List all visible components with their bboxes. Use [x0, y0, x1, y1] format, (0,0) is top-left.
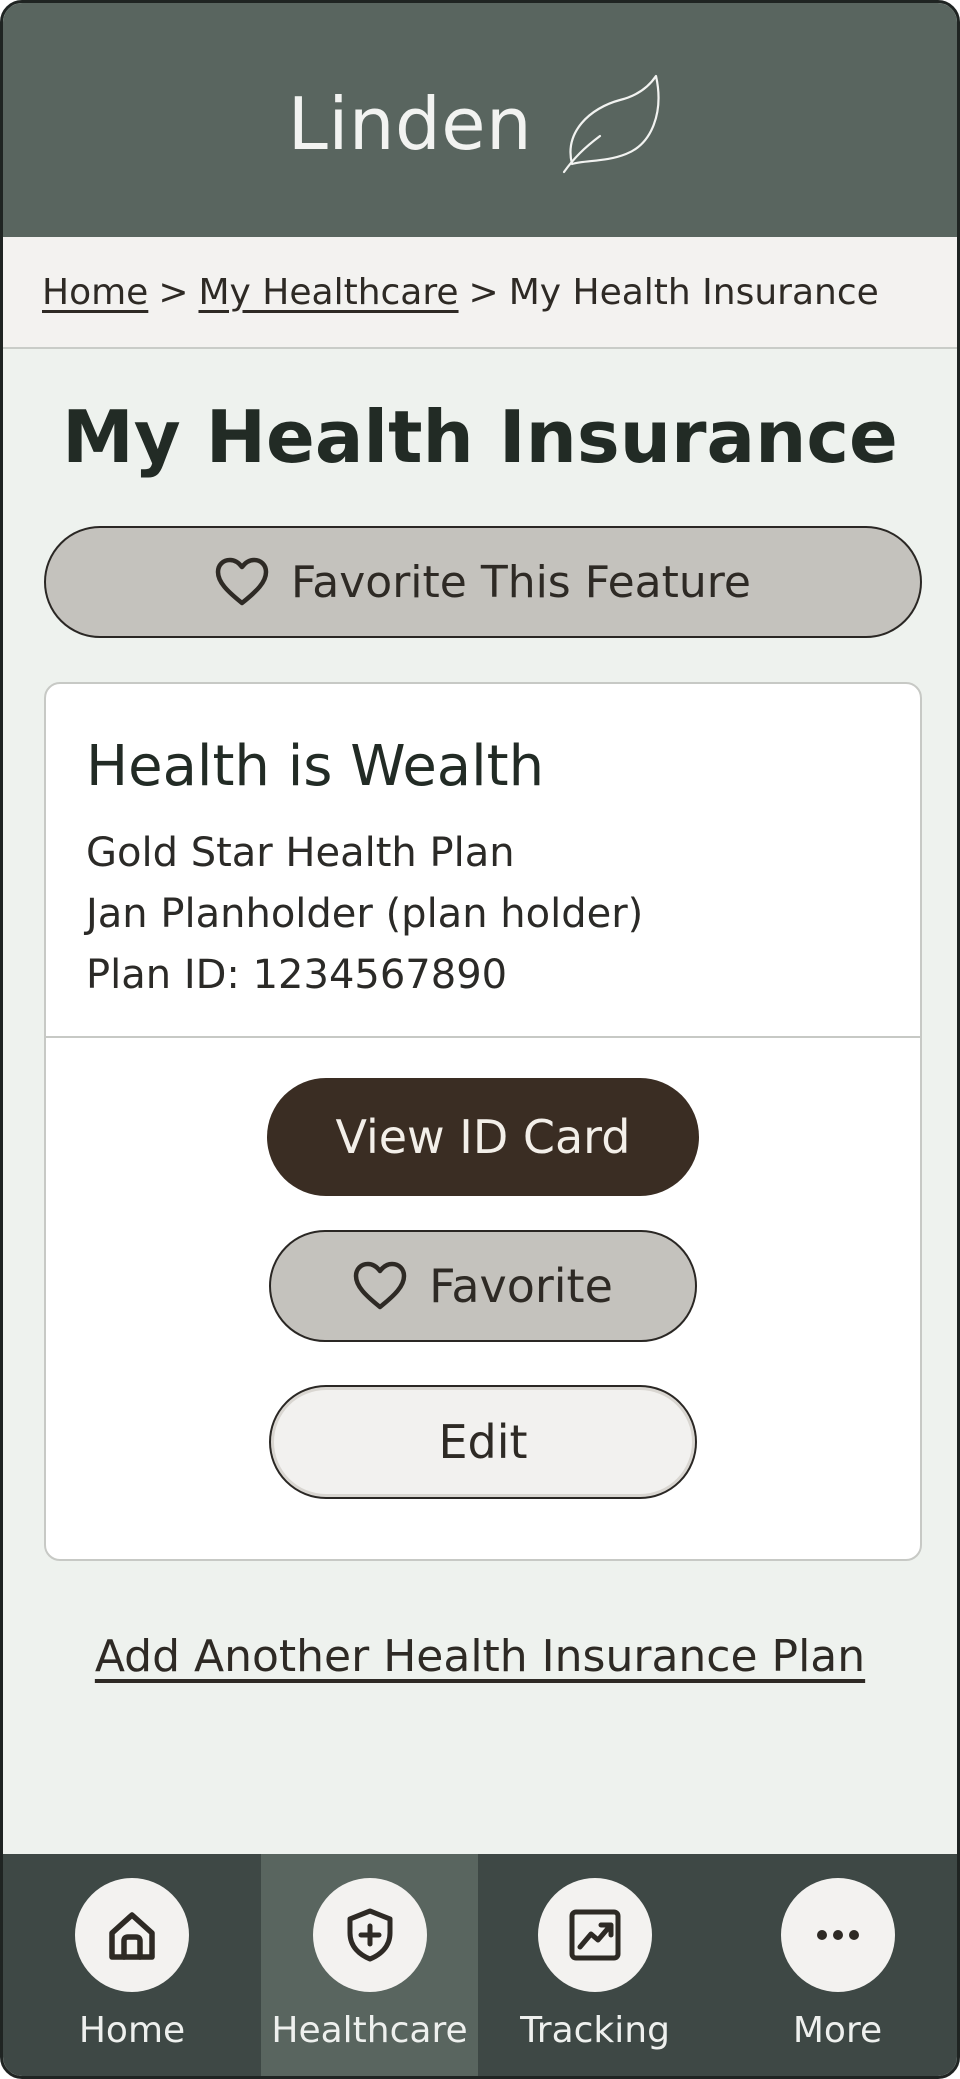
nav-item-more[interactable]: More	[712, 1854, 957, 2076]
edit-plan-button[interactable]: Edit	[269, 1385, 697, 1499]
nav-item-home[interactable]: Home	[3, 1854, 261, 2076]
nav-more-circle	[780, 1878, 895, 1992]
breadcrumb-healthcare-link[interactable]: My Healthcare	[198, 272, 458, 313]
nav-healthcare-circle	[312, 1878, 427, 1992]
plan-id: Plan ID: 1234567890	[86, 952, 508, 998]
breadcrumb: Home > My Healthcare > My Health Insuran…	[3, 237, 957, 349]
nav-more-label: More	[792, 2010, 883, 2051]
brand[interactable]: Linden	[288, 72, 664, 176]
plan-actions: View ID Card Favorite Edit	[46, 1038, 920, 1561]
nav-home-circle	[75, 1878, 189, 1992]
breadcrumb-separator: >	[468, 271, 499, 313]
favorite-feature-label: Favorite This Feature	[291, 556, 751, 608]
breadcrumb-current: My Health Insurance	[508, 271, 879, 313]
nav-home-label: Home	[78, 2010, 186, 2051]
nav-healthcare-label: Healthcare	[271, 2010, 468, 2051]
edit-plan-label: Edit	[438, 1415, 528, 1469]
favorite-plan-button[interactable]: Favorite	[269, 1230, 697, 1342]
breadcrumb-separator: >	[158, 271, 189, 313]
brand-name: Linden	[287, 82, 533, 166]
nav-tracking-label: Tracking	[520, 2010, 670, 2051]
add-another-plan-link[interactable]: Add Another Health Insurance Plan	[95, 1631, 865, 1682]
insurance-plan-card: Health is Wealth Gold Star Health Plan J…	[44, 682, 922, 1561]
favorite-feature-button[interactable]: Favorite This Feature	[44, 526, 922, 638]
chart-icon	[569, 1909, 621, 1961]
plan-info: Health is Wealth Gold Star Health Plan J…	[46, 684, 920, 1038]
home-icon	[109, 1912, 155, 1960]
heart-icon	[215, 557, 269, 606]
nav-item-tracking[interactable]: Tracking	[478, 1854, 712, 2076]
nav-tracking-circle	[538, 1878, 652, 1992]
heart-icon	[353, 1261, 407, 1310]
breadcrumb-home-link[interactable]: Home	[42, 272, 148, 313]
view-id-card-button[interactable]: View ID Card	[267, 1078, 699, 1196]
nav-item-healthcare[interactable]: Healthcare	[261, 1854, 478, 2076]
page-title: My Health Insurance	[62, 395, 898, 479]
plan-name: Health is Wealth	[86, 734, 545, 799]
view-id-card-label: View ID Card	[335, 1110, 631, 1164]
favorite-plan-label: Favorite	[429, 1259, 613, 1313]
app-header: Linden	[3, 3, 957, 237]
plan-holder: Jan Planholder (plan holder)	[86, 891, 644, 937]
shield-plus-icon	[347, 1908, 392, 1962]
plan-type: Gold Star Health Plan	[86, 830, 515, 876]
leaf-icon	[563, 74, 660, 174]
app-frame: Linden Home > My Healthcare > My Health …	[0, 0, 960, 2079]
add-plan-container: Add Another Health Insurance Plan	[3, 1631, 957, 1682]
bottom-nav: Home Healthcare Tracking More	[3, 1854, 957, 2076]
more-icon	[816, 1930, 859, 1940]
